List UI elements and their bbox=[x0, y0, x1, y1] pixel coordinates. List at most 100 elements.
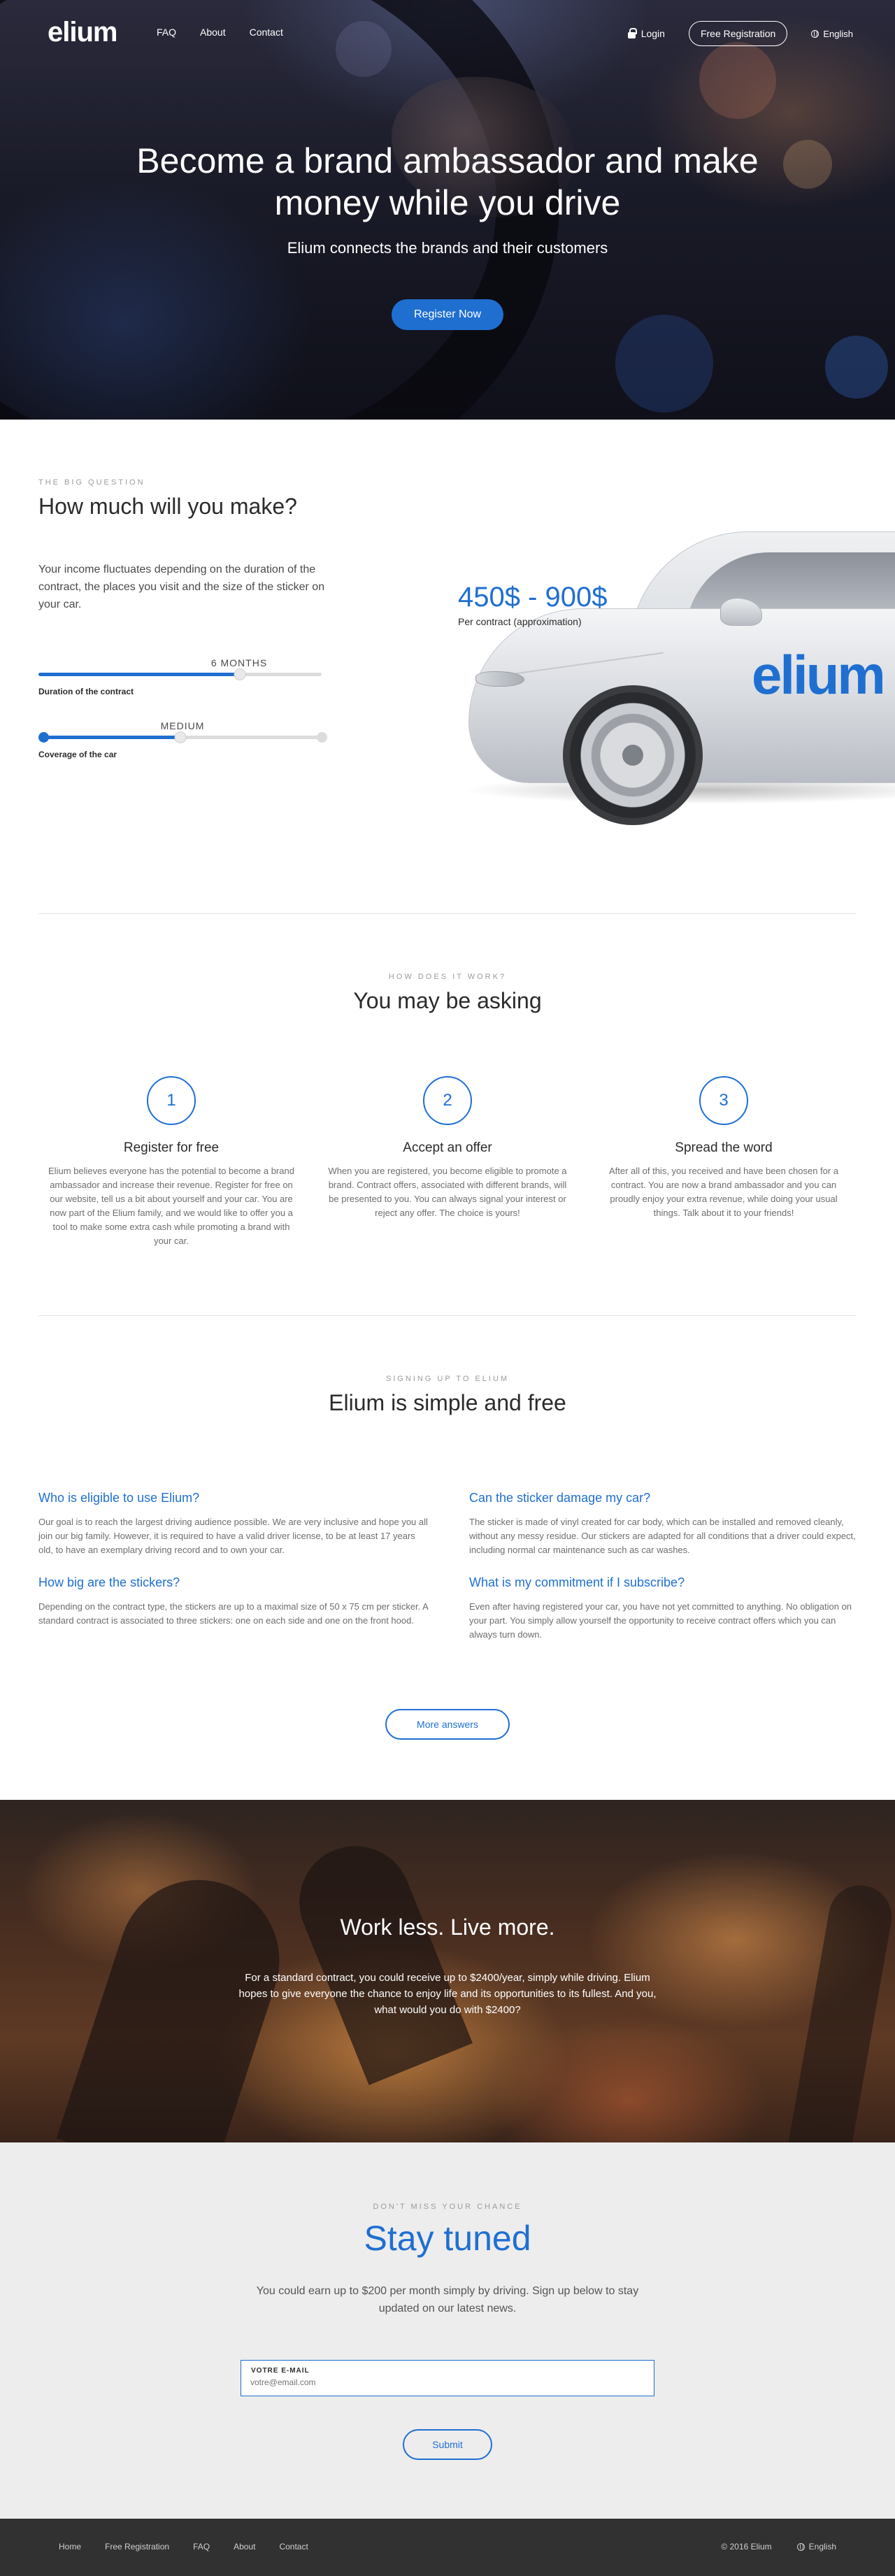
income-section: THE BIG QUESTION How much will you make?… bbox=[0, 420, 895, 913]
step-number: 2 bbox=[423, 1076, 472, 1125]
step-text: After all of this, you received and have… bbox=[608, 1166, 839, 1218]
footer-links: Home Free Registration FAQ About Contact bbox=[59, 2542, 308, 2552]
coverage-value: MEDIUM bbox=[160, 720, 205, 731]
faq-answer: Our goal is to reach the largest driving… bbox=[38, 1517, 428, 1555]
duration-label: Duration of the contract bbox=[38, 687, 134, 696]
section-kicker: SIGNING UP TO ELIUM bbox=[385, 1375, 510, 1383]
footer-language-label: English bbox=[808, 2542, 836, 2552]
slider-start-dot bbox=[38, 732, 49, 743]
faq-item: Can the sticker damage my car? The stick… bbox=[469, 1491, 861, 1557]
step-item: 3 Spread the word After all of this, you… bbox=[591, 1076, 857, 1248]
price-caption: Per contract (approximation) bbox=[458, 616, 582, 627]
top-nav: elium FAQ About Contact Login Free Regis… bbox=[0, 0, 895, 67]
newsletter-section: DON'T MISS YOUR CHANCE Stay tuned You co… bbox=[0, 2142, 895, 2519]
globe-icon bbox=[796, 2542, 805, 2551]
free-registration-button[interactable]: Free Registration bbox=[688, 21, 788, 46]
price-estimate: 450$ - 900$ Per contract (approximation) bbox=[458, 582, 608, 627]
more-answers-button[interactable]: More answers bbox=[385, 1709, 510, 1740]
nav-link-about[interactable]: About bbox=[200, 27, 226, 38]
faq-question: What is my commitment if I subscribe? bbox=[469, 1575, 685, 1589]
faq-item: How big are the stickers? Depending on t… bbox=[38, 1575, 430, 1642]
step-title: Register for free bbox=[123, 1140, 220, 1155]
section-title: How much will you make? bbox=[38, 494, 297, 519]
language-label: English bbox=[823, 28, 853, 39]
income-lead: Your income fluctuates depending on the … bbox=[38, 564, 325, 610]
step-text: Elium believes everyone has the potentia… bbox=[48, 1166, 294, 1246]
email-input[interactable] bbox=[250, 2377, 642, 2387]
banner-text: For a standard contract, you could recei… bbox=[238, 1972, 657, 2016]
language-selector[interactable]: English bbox=[811, 29, 853, 39]
hero-content: Become a brand ambassador and make money… bbox=[0, 140, 895, 330]
faq-question: Who is eligible to use Elium? bbox=[38, 1491, 200, 1505]
coverage-slider[interactable]: MEDIUM Coverage of the car bbox=[38, 720, 327, 762]
section-title: Elium is simple and free bbox=[329, 1390, 566, 1415]
footer-link-about[interactable]: About bbox=[234, 2542, 255, 2552]
step-item: 2 Accept an offer When you are registere… bbox=[315, 1076, 580, 1248]
slider-fill bbox=[38, 673, 240, 676]
hero-section: elium FAQ About Contact Login Free Regis… bbox=[0, 0, 895, 420]
nav-link-faq[interactable]: FAQ bbox=[157, 27, 176, 38]
step-title: Spread the word bbox=[675, 1140, 773, 1155]
globe-icon bbox=[811, 29, 819, 38]
section-title: Stay tuned bbox=[364, 2219, 531, 2258]
nav-right: Login Free Registration English bbox=[627, 21, 853, 46]
footer-link-faq[interactable]: FAQ bbox=[193, 2542, 210, 2552]
footer-language-selector[interactable]: English bbox=[796, 2542, 836, 2552]
banner-content: Work less. Live more. For a standard con… bbox=[0, 1915, 895, 2018]
submit-button[interactable]: Submit bbox=[403, 2429, 492, 2460]
faq-answer: The sticker is made of vinyl created for… bbox=[469, 1517, 856, 1555]
footer: Home Free Registration FAQ About Contact… bbox=[0, 2519, 895, 2576]
slider-fill bbox=[38, 736, 180, 739]
bokeh-light bbox=[825, 336, 888, 399]
how-it-works-section: HOW DOES IT WORK? You may be asking 1 Re… bbox=[0, 914, 895, 1315]
faq-section: SIGNING UP TO ELIUM Elium is simple and … bbox=[0, 1316, 895, 1800]
faq-question: Can the sticker damage my car? bbox=[469, 1491, 651, 1505]
step-number: 1 bbox=[147, 1076, 196, 1125]
steps-list: 1 Register for free Elium believes every… bbox=[38, 1076, 857, 1248]
car-headlight bbox=[475, 671, 524, 687]
concert-banner: Work less. Live more. For a standard con… bbox=[0, 1800, 895, 2142]
step-text: When you are registered, you become elig… bbox=[328, 1166, 567, 1218]
footer-link-home[interactable]: Home bbox=[59, 2542, 81, 2552]
login-link[interactable]: Login bbox=[627, 28, 665, 39]
hero-subtitle: Elium connects the brands and their cust… bbox=[287, 239, 608, 257]
banner-title: Work less. Live more. bbox=[340, 1915, 555, 1940]
nav-link-contact[interactable]: Contact bbox=[250, 27, 283, 38]
car-image: elium bbox=[392, 524, 895, 846]
faq-answer: Depending on the contract type, the stic… bbox=[38, 1601, 429, 1626]
car-hub bbox=[622, 745, 643, 766]
coverage-label: Coverage of the car bbox=[38, 750, 117, 759]
newsletter-lead: You could earn up to $200 per month simp… bbox=[256, 2285, 639, 2314]
step-title: Accept an offer bbox=[403, 1140, 492, 1155]
price-amount: 450$ - 900$ bbox=[458, 582, 608, 613]
logo[interactable]: elium bbox=[48, 17, 117, 48]
email-field[interactable]: VOTRE E-MAIL bbox=[241, 2360, 654, 2396]
step-number: 3 bbox=[699, 1076, 748, 1125]
faq-item: What is my commitment if I subscribe? Ev… bbox=[469, 1575, 861, 1642]
faq-grid: Who is eligible to use Elium? Our goal i… bbox=[38, 1491, 857, 1642]
slider-handle[interactable] bbox=[174, 731, 186, 743]
nav-links: FAQ About Contact bbox=[157, 27, 283, 38]
section-kicker: THE BIG QUESTION bbox=[38, 478, 145, 487]
footer-link-contact[interactable]: Contact bbox=[279, 2542, 308, 2552]
footer-right: © 2016 Elium English bbox=[721, 2542, 836, 2552]
slider-end-dot bbox=[317, 732, 327, 743]
section-kicker: DON'T MISS YOUR CHANCE bbox=[373, 2203, 522, 2211]
car-sticker-logo: elium bbox=[752, 644, 886, 706]
copyright: © 2016 Elium bbox=[721, 2542, 772, 2552]
email-label: VOTRE E-MAIL bbox=[251, 2367, 310, 2375]
section-kicker: HOW DOES IT WORK? bbox=[388, 973, 507, 981]
register-now-button[interactable]: Register Now bbox=[391, 299, 504, 330]
lock-icon bbox=[627, 28, 637, 38]
footer-link-registration[interactable]: Free Registration bbox=[105, 2542, 169, 2552]
hero-title: Become a brand ambassador and make money… bbox=[136, 141, 759, 222]
login-label: Login bbox=[640, 28, 665, 39]
duration-slider[interactable]: 6 MONTHS Duration of the contract bbox=[38, 657, 322, 699]
faq-answer: Even after having registered your car, y… bbox=[469, 1601, 852, 1640]
step-item: 1 Register for free Elium believes every… bbox=[38, 1076, 304, 1248]
duration-value: 6 MONTHS bbox=[210, 657, 268, 668]
slider-handle[interactable] bbox=[234, 668, 246, 680]
faq-question: How big are the stickers? bbox=[38, 1575, 180, 1589]
section-title: You may be asking bbox=[353, 988, 542, 1013]
faq-item: Who is eligible to use Elium? Our goal i… bbox=[38, 1491, 430, 1557]
